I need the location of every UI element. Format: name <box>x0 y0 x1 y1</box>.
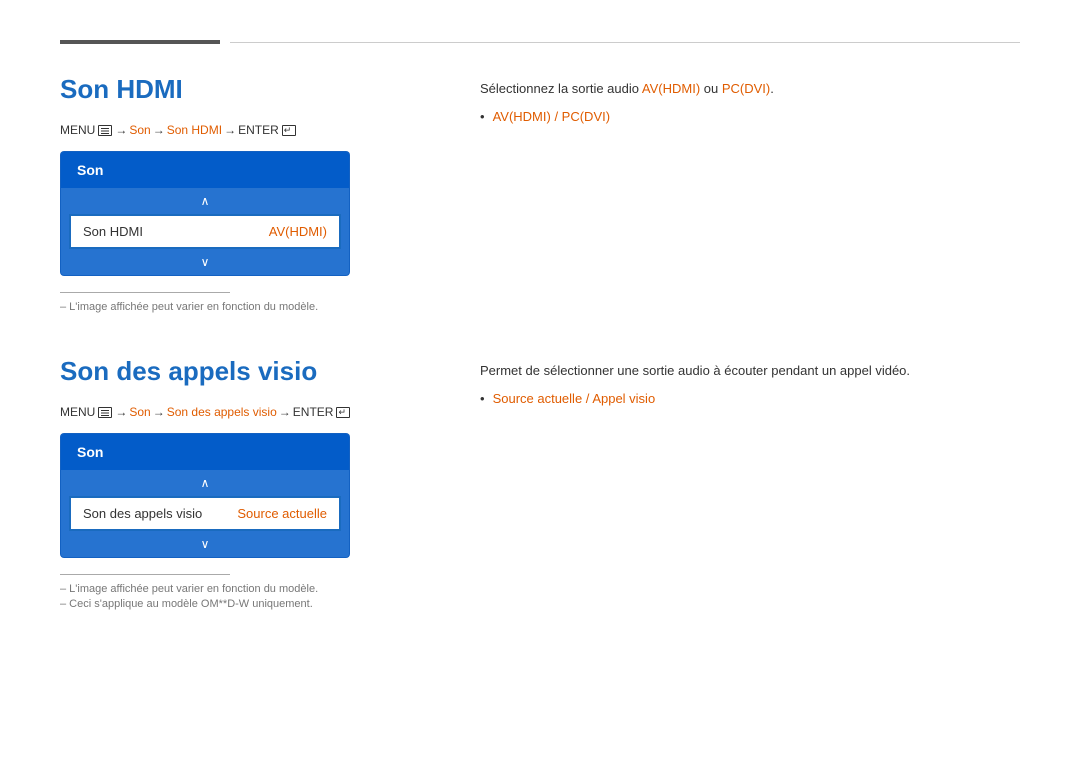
bullet-dot-2: • <box>480 391 485 406</box>
son-link-1: Son <box>129 123 150 137</box>
pc-dvi-link: PC(DVI) <box>722 81 770 96</box>
footnote-2b: – Ceci s'applique au modèle OM**D-W uniq… <box>60 598 480 610</box>
arrow-down-icon-1 <box>201 255 210 269</box>
enter-label: ENTER <box>238 123 279 137</box>
tv-menu-item-value-1: AV(HDMI) <box>269 224 327 239</box>
description-son-hdmi: Sélectionnez la sortie audio AV(HDMI) ou… <box>480 79 1020 99</box>
arrow-down-icon-2 <box>201 537 210 551</box>
section-title-son-hdmi: Son HDMI <box>60 74 480 105</box>
footnote-1: – L'image affichée peut varier en foncti… <box>60 301 480 313</box>
tv-menu-son-appels: Son Son des appels visio Source actuelle <box>60 433 350 558</box>
menu-icon <box>98 125 112 136</box>
arrow2-2: → <box>153 405 165 419</box>
bullet-text-1: AV(HDMI) / PC(DVI) <box>493 109 611 124</box>
footnote-2a: – L'image affichée peut varier en foncti… <box>60 583 480 595</box>
tv-menu-header-2: Son <box>61 434 349 470</box>
son-hdmi-link: Son HDMI <box>167 123 222 137</box>
menu-prefix: MENU <box>60 123 95 137</box>
tv-menu-item-label-1: Son HDMI <box>83 224 143 239</box>
bullet-sep-1: / <box>551 109 562 124</box>
enter-icon <box>282 125 296 136</box>
tv-menu-header-1: Son <box>61 152 349 188</box>
arrow3: → <box>224 123 236 137</box>
bullet-sep-2: / <box>582 391 592 406</box>
tv-menu-item-1: Son HDMI AV(HDMI) <box>69 214 341 249</box>
period-1: . <box>770 81 774 96</box>
tv-menu-arrow-down-1 <box>61 249 349 275</box>
tv-menu-item-value-2: Source actuelle <box>237 506 327 521</box>
bullet-item-2: • Source actuelle / Appel visio <box>480 391 1020 406</box>
section-left-son-appels: Son des appels visio MENU → Son → Son de… <box>60 356 480 613</box>
tv-menu-arrow-down-2 <box>61 531 349 557</box>
top-divider <box>60 40 1020 44</box>
arrow1-2: → <box>115 405 127 419</box>
son-link-2: Son <box>129 405 150 419</box>
description-text-1: Sélectionnez la sortie audio <box>480 81 642 96</box>
arrow-up-icon-2 <box>201 476 210 490</box>
bullet-pc-dvi: PC(DVI) <box>562 109 610 124</box>
av-hdmi-link: AV(HDMI) <box>642 81 700 96</box>
tv-menu-item-label-2: Son des appels visio <box>83 506 202 521</box>
bullet-appel: Appel visio <box>592 391 655 406</box>
bullet-text-2: Source actuelle / Appel visio <box>493 391 656 406</box>
menu-icon-2 <box>98 407 112 418</box>
enter-icon-2 <box>336 407 350 418</box>
top-divider-thin <box>230 42 1020 43</box>
tv-menu-item-2: Son des appels visio Source actuelle <box>69 496 341 531</box>
menu-path-son-hdmi: MENU → Son → Son HDMI → ENTER <box>60 123 480 137</box>
top-divider-thick <box>60 40 220 44</box>
tv-menu-arrow-up-2 <box>61 470 349 496</box>
section-son-appels: Son des appels visio MENU → Son → Son de… <box>60 356 1020 613</box>
enter-label-2: ENTER <box>293 405 334 419</box>
menu-path-son-appels: MENU → Son → Son des appels visio → ENTE… <box>60 405 480 419</box>
section-right-son-appels: Permet de sélectionner une sortie audio … <box>480 356 1020 613</box>
arrow3-2: → <box>279 405 291 419</box>
bullet-item-1: • AV(HDMI) / PC(DVI) <box>480 109 1020 124</box>
arrow1: → <box>115 123 127 137</box>
bullet-av-hdmi: AV(HDMI) <box>493 109 551 124</box>
arrow2: → <box>153 123 165 137</box>
section-right-son-hdmi: Sélectionnez la sortie audio AV(HDMI) ou… <box>480 74 1020 316</box>
tv-menu-son-hdmi: Son Son HDMI AV(HDMI) <box>60 151 350 276</box>
section-divider-2 <box>60 574 230 575</box>
tv-menu-arrow-up-1 <box>61 188 349 214</box>
son-appels-link: Son des appels visio <box>167 405 277 419</box>
ou-text: ou <box>700 81 722 96</box>
menu-prefix-2: MENU <box>60 405 95 419</box>
arrow-up-icon-1 <box>201 194 210 208</box>
section-son-hdmi: Son HDMI MENU → Son → Son HDMI → ENTER S… <box>60 74 1020 316</box>
description-son-appels: Permet de sélectionner une sortie audio … <box>480 361 1020 381</box>
bullet-dot-1: • <box>480 109 485 124</box>
section-left-son-hdmi: Son HDMI MENU → Son → Son HDMI → ENTER S… <box>60 74 480 316</box>
bullet-source: Source actuelle <box>493 391 583 406</box>
section-title-son-appels: Son des appels visio <box>60 356 480 387</box>
section-divider-1 <box>60 292 230 293</box>
